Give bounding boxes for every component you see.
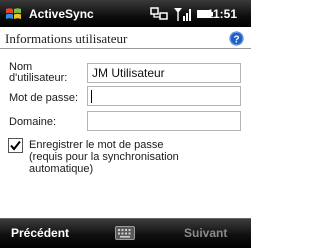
checkmark-icon	[10, 140, 21, 151]
domain-field[interactable]	[87, 111, 241, 131]
status-bar: ActiveSync 11:51	[0, 0, 251, 27]
soft-key-bar: Précédent Suivant	[0, 218, 251, 248]
connectivity-icon[interactable]	[150, 7, 170, 21]
svg-text:?: ?	[233, 34, 239, 45]
text-caret	[91, 90, 92, 103]
app-title: ActiveSync	[29, 7, 94, 21]
save-password-label[interactable]: Enregistrer le mot de passe (requis pour…	[29, 139, 179, 175]
status-tray[interactable]	[150, 5, 214, 23]
windows-start-icon[interactable]	[5, 6, 22, 22]
domain-label: Domaine:	[9, 116, 57, 128]
save-password-label-line2: (requis pour la synchronisation	[29, 151, 179, 163]
save-password-label-line3: automatique)	[29, 163, 94, 175]
clock[interactable]: 11:51	[207, 7, 237, 21]
save-password-checkbox[interactable]	[8, 138, 23, 153]
next-softkey[interactable]: Suivant	[184, 226, 227, 240]
page-title: Informations utilisateur	[5, 31, 128, 46]
password-field[interactable]	[87, 86, 241, 106]
back-softkey[interactable]: Précédent	[11, 226, 69, 240]
signal-strength-icon[interactable]	[173, 6, 193, 22]
keyboard-icon[interactable]	[115, 226, 135, 240]
page-header: Informations utilisateur ?	[0, 28, 251, 49]
username-label-line2: d'utilisateur:	[9, 72, 68, 84]
password-label: Mot de passe:	[9, 92, 79, 104]
save-password-label-line1: Enregistrer le mot de passe	[29, 139, 164, 151]
help-icon[interactable]: ?	[229, 31, 244, 46]
username-value: JM Utilisateur	[92, 66, 165, 80]
username-field[interactable]: JM Utilisateur	[87, 63, 241, 83]
